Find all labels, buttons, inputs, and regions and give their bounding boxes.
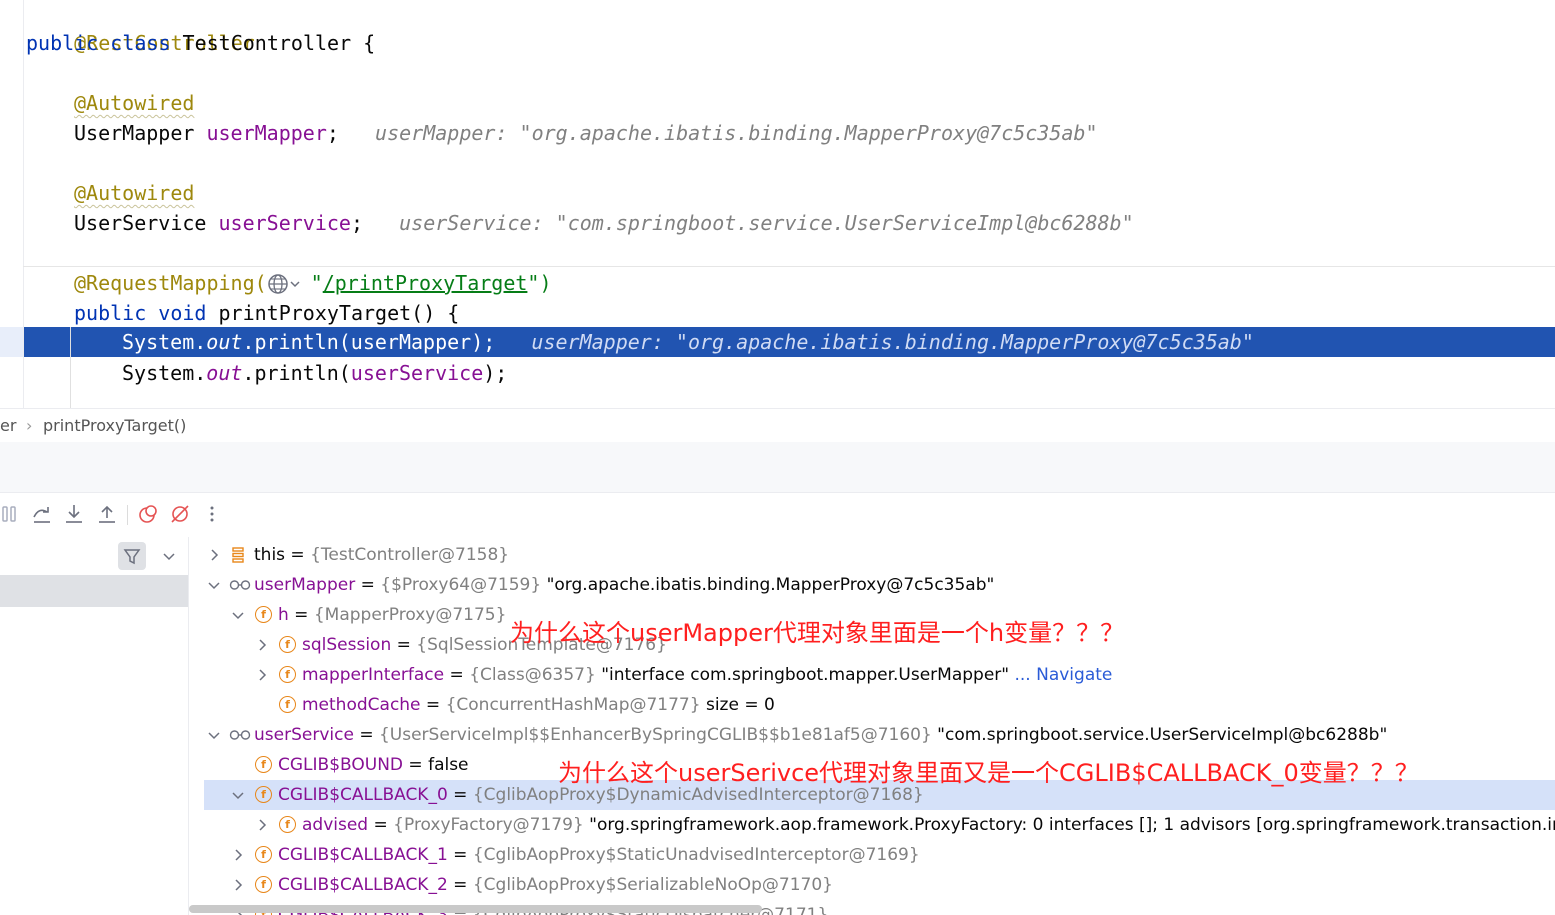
frame-list-item-selected[interactable] <box>0 575 188 607</box>
code-line-autowired-1: @Autowired <box>74 91 195 115</box>
field-icon: f <box>279 696 296 713</box>
field-icon: f <box>255 876 272 893</box>
chevron-down-icon[interactable] <box>162 549 176 563</box>
annotation-note-2: 为什么这个userSerivce代理对象里面又是一个CGLIB$CALLBACK… <box>558 759 1419 787</box>
filter-icon[interactable] <box>118 542 146 570</box>
code-line-mapper-field: UserMapper userMapper; userMapper: "org.… <box>74 121 1098 145</box>
annotation-note-1: 为什么这个userMapper代理对象里面是一个h变量？？？ <box>510 619 1125 647</box>
toolbar-divider <box>127 505 128 525</box>
globe-icon[interactable] <box>267 268 311 300</box>
field-icon: f <box>255 846 272 863</box>
watch-icon <box>229 580 251 590</box>
step-out-icon[interactable] <box>96 503 118 525</box>
variable-row[interactable]: f mapperInterface = {Class@6357} "interf… <box>189 660 1555 690</box>
variable-row[interactable]: userService = {UserServiceImpl$$Enhancer… <box>189 720 1555 750</box>
watch-icon <box>229 730 251 740</box>
variable-row[interactable]: userMapper = {$Proxy64@7159} "org.apache… <box>189 570 1555 600</box>
chevron-right-icon[interactable] <box>231 848 245 862</box>
chevron-right-icon[interactable] <box>255 668 269 682</box>
variable-row[interactable]: f advised = {ProxyFactory@7179} "org.spr… <box>189 810 1555 840</box>
step-over-icon[interactable] <box>31 503 53 525</box>
chevron-down-icon[interactable] <box>207 578 221 592</box>
chevron-right-icon[interactable] <box>231 878 245 892</box>
view-breakpoints-icon[interactable] <box>137 503 159 525</box>
code-line-2: public class TestController { <box>26 31 376 55</box>
field-icon: f <box>255 606 272 623</box>
current-execution-line: System.out.println(userMapper); userMapp… <box>24 327 1555 357</box>
mute-breakpoints-icon[interactable] <box>169 503 191 525</box>
field-icon: f <box>279 666 296 683</box>
field-icon: f <box>279 816 296 833</box>
navigate-link[interactable]: ... Navigate <box>1009 665 1112 685</box>
code-editor[interactable]: @RestController public class TestControl… <box>0 0 1555 408</box>
chevron-right-icon[interactable] <box>255 818 269 832</box>
variable-row[interactable]: f CGLIB$CALLBACK_2 = {CglibAopProxy$Seri… <box>189 870 1555 900</box>
method-separator <box>23 266 1555 267</box>
breadcrumb-separator: › <box>26 416 33 435</box>
code-line-method: public void printProxyTarget() { <box>74 301 460 325</box>
chevron-right-icon[interactable] <box>255 638 269 652</box>
code-line-autowired-2: @Autowired <box>74 181 195 205</box>
breadcrumb: er › printProxyTarget() <box>0 408 1555 443</box>
url-link[interactable]: /printProxyTarget <box>323 271 528 295</box>
inline-value-hint: userMapper: "org.apache.ibatis.binding.M… <box>375 121 1098 145</box>
chevron-right-icon[interactable] <box>207 548 221 562</box>
code-line-println-service: System.out.println(userService); <box>122 361 508 385</box>
indent-guide <box>70 327 71 408</box>
variable-row[interactable]: f CGLIB$CALLBACK_1 = {CglibAopProxy$Stat… <box>189 840 1555 870</box>
chevron-down-icon[interactable] <box>231 608 245 622</box>
chevron-down-icon[interactable] <box>231 788 245 802</box>
breadcrumb-parent[interactable]: er <box>0 409 16 442</box>
code-line-service-field: UserService userService; userService: "c… <box>74 211 1134 235</box>
debug-header-area <box>0 442 1555 492</box>
pause-icon[interactable] <box>0 503 22 525</box>
code-line-1: @RestController <box>74 31 255 55</box>
step-into-icon[interactable] <box>63 503 85 525</box>
field-icon: f <box>255 786 272 803</box>
chevron-down-icon[interactable] <box>207 728 221 742</box>
breadcrumb-current[interactable]: printProxyTarget() <box>43 409 186 442</box>
execution-gutter <box>0 327 23 357</box>
stack-icon <box>232 547 244 563</box>
variable-row[interactable]: this = {TestController@7158} <box>189 540 1555 570</box>
field-icon: f <box>255 756 272 773</box>
debug-toolbar <box>0 492 1555 537</box>
variable-row[interactable]: f methodCache = {ConcurrentHashMap@7177}… <box>189 690 1555 720</box>
variables-tree: this = {TestController@7158} userMapper … <box>189 537 1555 915</box>
horizontal-scrollbar[interactable] <box>189 905 762 913</box>
inline-value-hint: userService: "com.springboot.service.Use… <box>399 211 1134 235</box>
inline-value-hint: userMapper: "org.apache.ibatis.binding.M… <box>531 330 1254 354</box>
field-icon: f <box>279 636 296 653</box>
more-icon[interactable] <box>201 503 223 525</box>
code-line-request-mapping: @RequestMapping("/printProxyTarget") <box>74 268 552 298</box>
frames-pane <box>0 537 189 915</box>
